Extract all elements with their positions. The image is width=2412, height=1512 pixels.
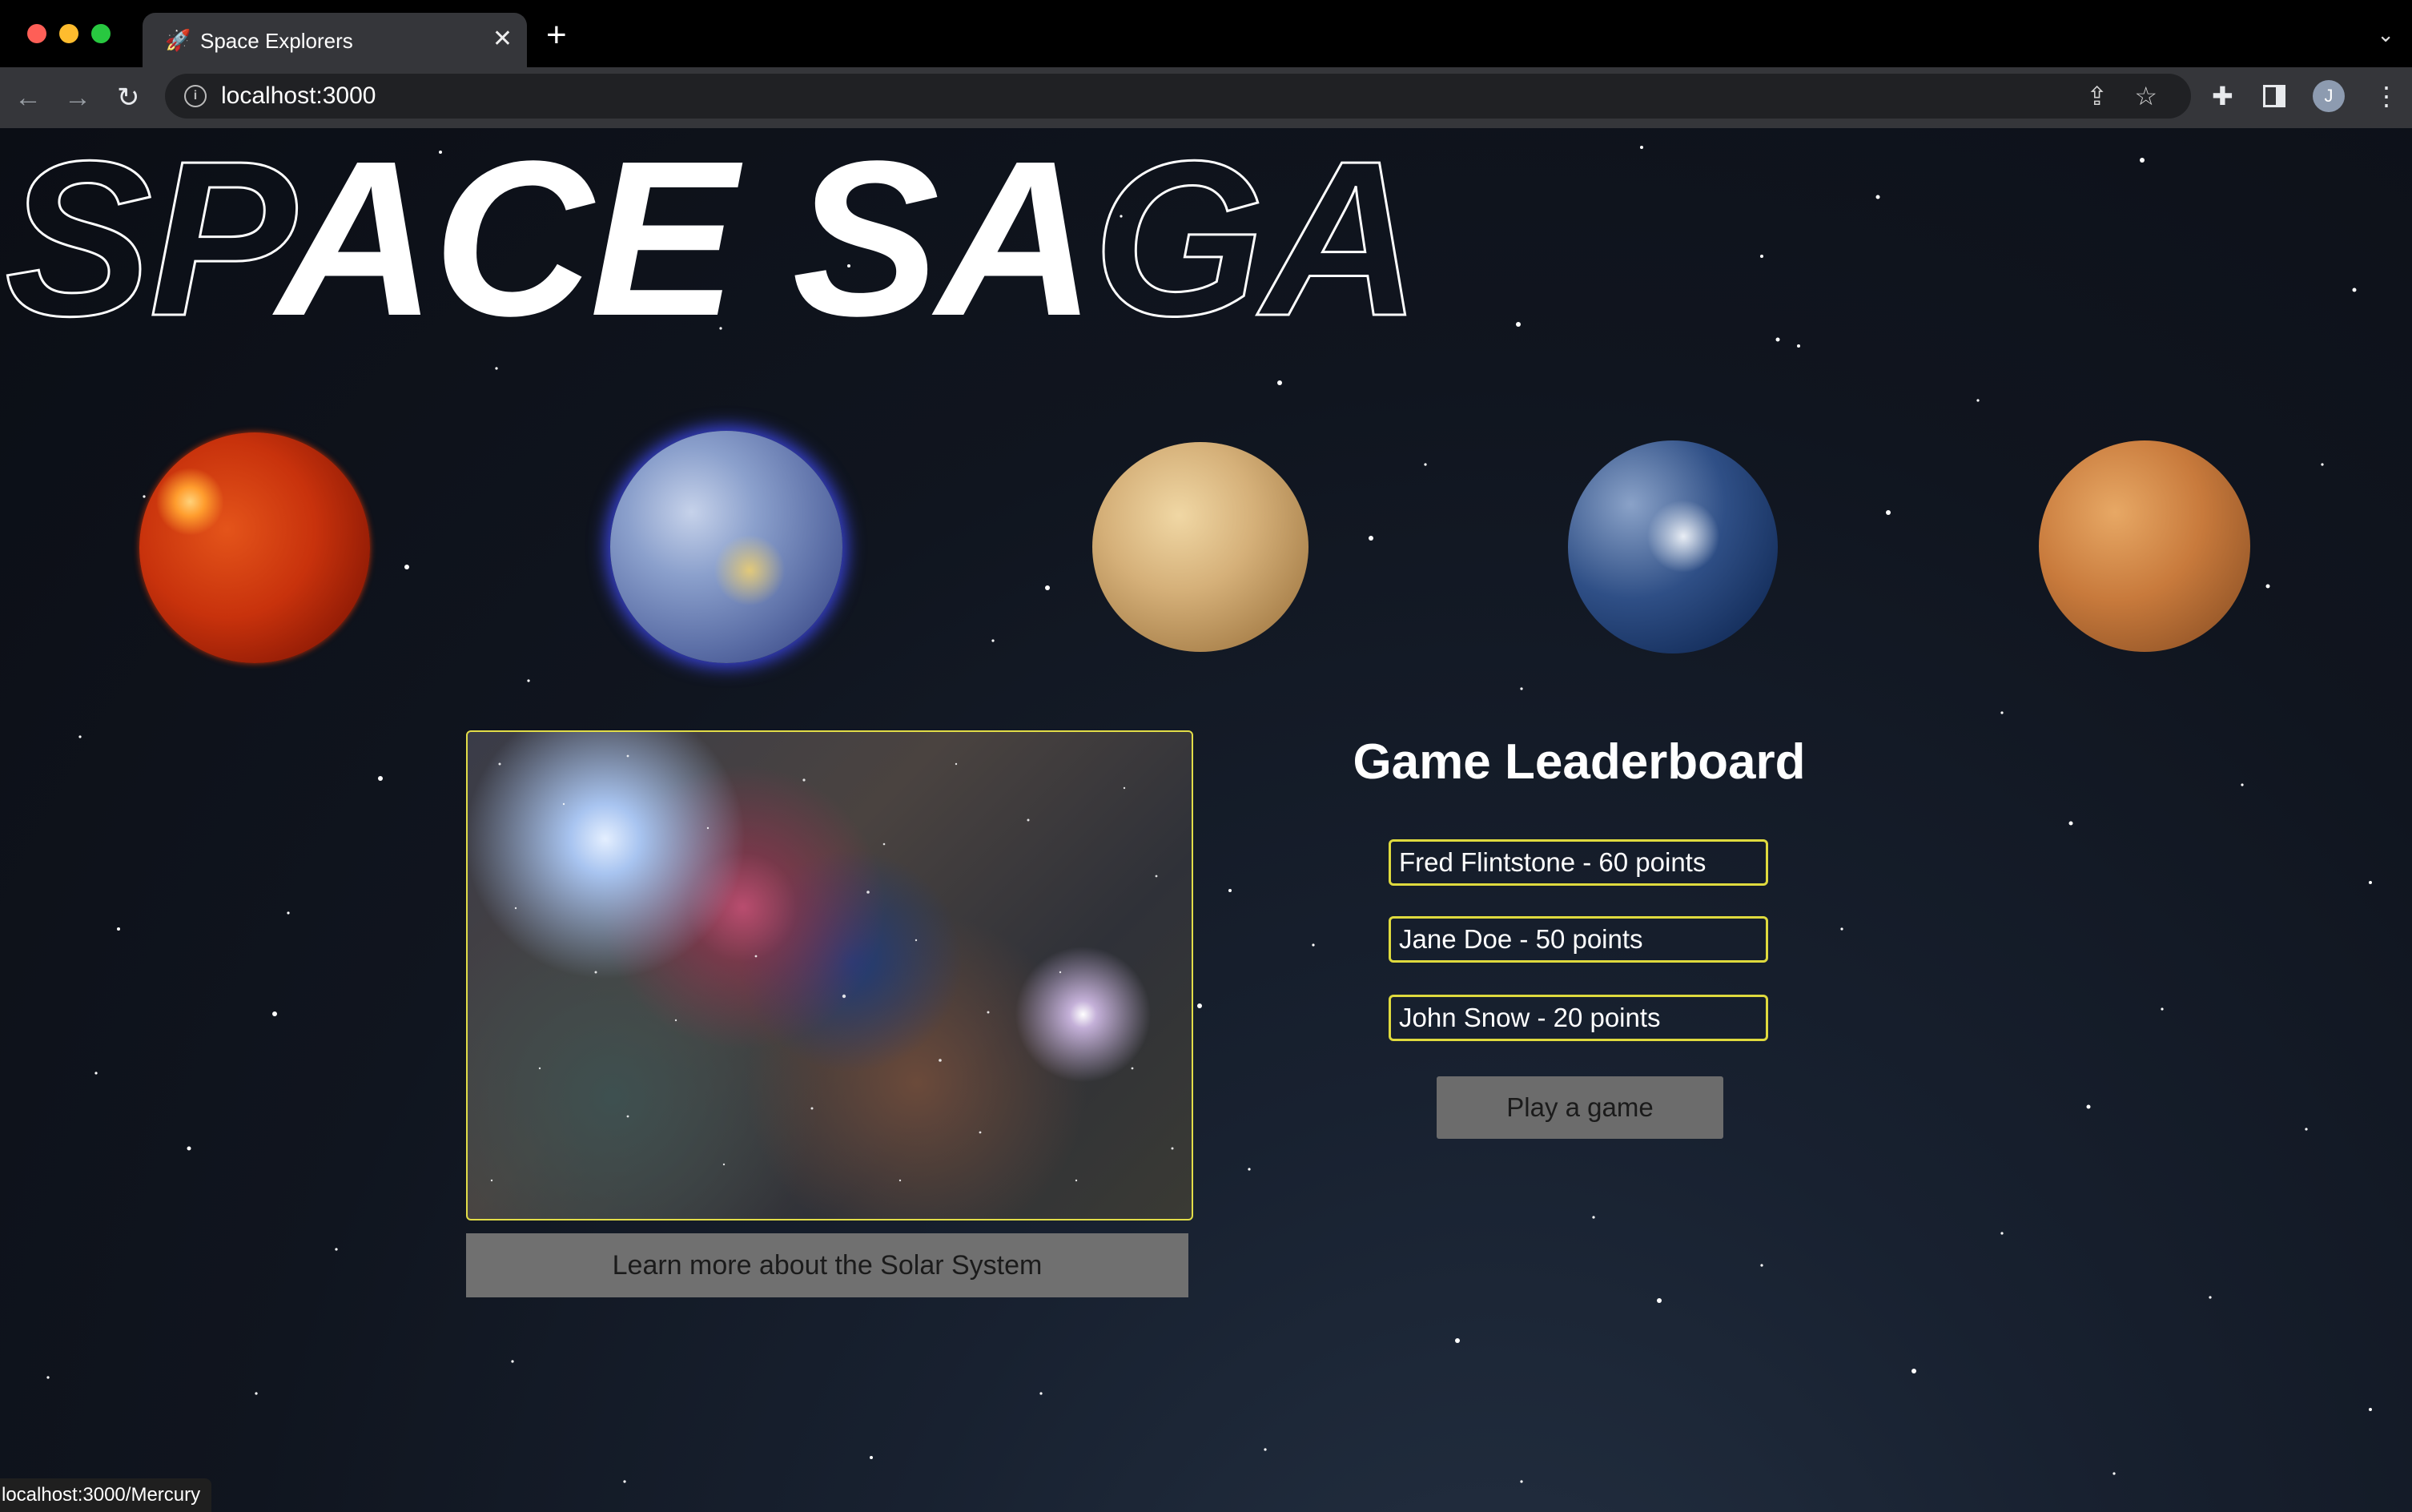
maximize-window-button[interactable] xyxy=(91,24,111,43)
planet-link-mercury[interactable] xyxy=(610,431,842,663)
page-viewport: SPACE SAGA Learn more about the Solar Sy… xyxy=(0,128,2412,1512)
learn-solar-system-button[interactable]: Learn more about the Solar System xyxy=(466,1233,1188,1297)
browser-tab[interactable]: 🚀 Space Explorers ✕ xyxy=(143,13,527,67)
leaderboard-entry: Fred Flintstone - 60 points xyxy=(1389,839,1768,886)
share-icon[interactable]: ⇪ xyxy=(2086,80,2108,112)
space-saga-title: SPACE SAGA xyxy=(4,128,1423,351)
rocket-icon: 🚀 xyxy=(165,28,191,52)
play-game-button[interactable]: Play a game xyxy=(1437,1076,1723,1139)
url-text[interactable]: localhost:3000 xyxy=(221,82,376,111)
leaderboard-entry: Jane Doe - 50 points xyxy=(1389,916,1768,963)
tab-search-icon[interactable]: ⌄ xyxy=(2377,22,2394,47)
planet-link-venus[interactable] xyxy=(1092,442,1309,652)
nebula-image xyxy=(466,730,1193,1220)
address-bar[interactable]: i localhost:3000 ⇪ ☆ xyxy=(165,74,2191,119)
browser-tab-strip: 🚀 Space Explorers ✕ + ⌄ xyxy=(0,0,2412,67)
leaderboard-entry: John Snow - 20 points xyxy=(1389,995,1768,1041)
tab-title: Space Explorers xyxy=(200,29,353,53)
forward-button[interactable]: → xyxy=(64,82,91,114)
site-info-icon[interactable]: i xyxy=(184,85,207,107)
reload-button[interactable]: ↻ xyxy=(117,82,140,114)
bookmark-star-icon[interactable]: ☆ xyxy=(2134,80,2157,112)
close-window-button[interactable] xyxy=(27,24,46,43)
new-tab-button[interactable]: + xyxy=(546,18,567,53)
browser-menu-icon[interactable]: ⋮ xyxy=(2374,80,2399,112)
profile-avatar[interactable]: J xyxy=(2313,80,2345,112)
title-solid-part: ACE xyxy=(276,128,793,362)
side-panel-icon[interactable] xyxy=(2263,85,2285,107)
title-solid-part: SA xyxy=(792,128,1095,362)
leaderboard-title: Game Leaderboard xyxy=(1353,734,1806,790)
planet-link-earth[interactable] xyxy=(1568,440,1778,653)
close-tab-icon[interactable]: ✕ xyxy=(492,24,513,54)
nebula-stars xyxy=(490,754,1174,1182)
planet-link-sun[interactable] xyxy=(139,432,370,663)
title-outline-part: GA xyxy=(1091,128,1422,362)
extensions-puzzle-icon[interactable]: ✚ xyxy=(2212,80,2233,112)
link-status-bar: localhost:3000/Mercury xyxy=(0,1478,212,1512)
planet-link-mars[interactable] xyxy=(2039,440,2250,652)
back-button[interactable]: ← xyxy=(14,82,42,114)
title-outline-part: SP xyxy=(4,128,282,362)
minimize-window-button[interactable] xyxy=(59,24,78,43)
